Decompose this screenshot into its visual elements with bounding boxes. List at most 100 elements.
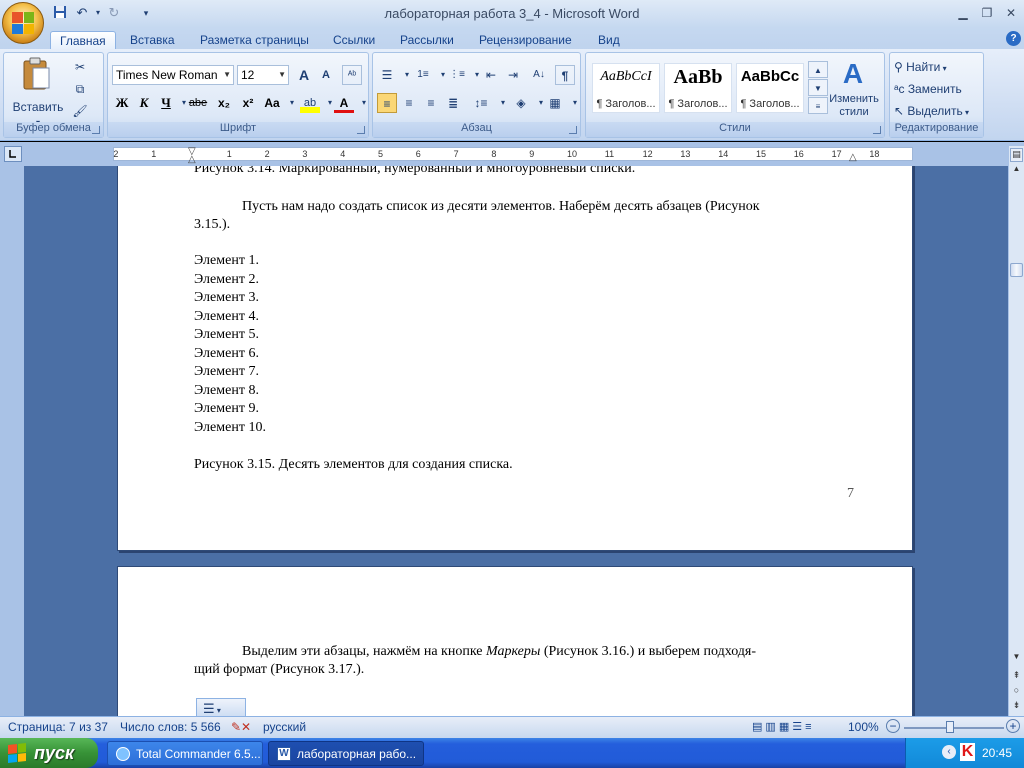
font-color-button[interactable]: A [334, 93, 354, 113]
borders-icon[interactable]: ▦ [545, 93, 565, 113]
styles-launcher-icon[interactable] [873, 126, 881, 134]
tab-mailings[interactable]: Рассылки [391, 31, 463, 51]
start-button[interactable]: пуск [0, 738, 98, 768]
select-browse-object-icon[interactable]: ○ [1010, 685, 1023, 699]
shrink-font-button[interactable]: A [316, 65, 336, 85]
print-layout-icon[interactable]: ▤ [752, 721, 765, 733]
tab-home[interactable]: Главная [50, 31, 116, 51]
find-button[interactable]: ⚲ Найти ▾ [894, 57, 982, 77]
tab-references[interactable]: Ссылки [324, 31, 384, 51]
subscript-button[interactable]: x₂ [214, 93, 234, 113]
style-heading-3[interactable]: AaBbCc ¶ Заголов... [736, 63, 804, 113]
ruler-tick-label: 1 [226, 149, 232, 159]
zoom-slider[interactable] [904, 727, 1004, 729]
tab-view[interactable]: Вид [589, 31, 629, 51]
right-indent-marker[interactable]: △ [849, 152, 857, 163]
font-family-select[interactable]: Times New Roman ▼ [112, 65, 234, 85]
line-spacing-icon[interactable]: ↕≡ [471, 93, 491, 113]
help-icon[interactable]: ? [1006, 31, 1021, 46]
scroll-up-icon[interactable]: ▲ [1010, 164, 1023, 178]
change-styles-button[interactable]: Изменить стили [824, 93, 884, 123]
word-count[interactable]: Число слов: 5 566 [120, 720, 221, 734]
justify-icon[interactable]: ≣ [443, 93, 463, 113]
draft-icon[interactable]: ≡ [805, 721, 814, 733]
ruler-tick-label: 15 [756, 149, 767, 159]
align-right-icon[interactable]: ≡ [421, 93, 441, 113]
cut-icon[interactable]: ✂ [70, 57, 90, 77]
change-styles-icon[interactable]: A [838, 59, 868, 89]
change-case-button[interactable]: Aa [262, 93, 282, 113]
increase-indent-icon[interactable]: ⇥ [503, 65, 523, 85]
scroll-thumb[interactable] [1010, 263, 1023, 277]
borders-dropdown-icon[interactable]: ▾ [565, 93, 585, 113]
zoom-slider-thumb[interactable] [946, 721, 954, 733]
align-center-icon[interactable]: ≡ [399, 93, 419, 113]
full-screen-reading-icon[interactable]: ▥ [765, 721, 778, 733]
multilevel-list-icon[interactable]: ⋮≡ [447, 65, 467, 85]
strikethrough-button[interactable]: abe [188, 93, 208, 113]
italic-button[interactable]: К [134, 93, 154, 113]
superscript-button[interactable]: x² [238, 93, 258, 113]
paragraph-launcher-icon[interactable] [569, 126, 577, 134]
style-heading-2[interactable]: AaBb ¶ Заголов... [664, 63, 732, 113]
ruler-tick-label: 13 [680, 149, 691, 159]
font-color-dropdown-icon[interactable]: ▾ [354, 93, 374, 113]
change-case-dropdown-icon[interactable]: ▾ [282, 93, 302, 113]
kaspersky-icon[interactable]: K [960, 743, 975, 761]
line-spacing-dropdown-icon[interactable]: ▾ [493, 93, 513, 113]
clipboard-launcher-icon[interactable] [92, 126, 100, 134]
zoom-level[interactable]: 100% [848, 720, 879, 734]
tab-review[interactable]: Рецензирование [470, 31, 581, 51]
vertical-ruler[interactable] [0, 166, 24, 716]
taskbar-item-total-commander[interactable]: Total Commander 6.5... [107, 741, 263, 766]
highlight-icon[interactable]: ab [300, 93, 320, 113]
restore-button[interactable]: ❐ [974, 4, 1000, 22]
shading-icon[interactable]: ◈ [511, 93, 531, 113]
select-button[interactable]: ↖ Выделить ▾ [894, 101, 982, 121]
zoom-in-icon[interactable]: + [1006, 719, 1020, 733]
office-button[interactable] [2, 2, 44, 44]
element-list: Элемент 1. Элемент 2. Элемент 3. Элемент… [194, 252, 266, 437]
page-7[interactable]: Рисунок 3.14. Маркированный, нумерованны… [117, 166, 913, 551]
previous-page-icon[interactable]: ⇞ [1010, 670, 1023, 684]
numbering-icon[interactable]: 1≡ [413, 65, 433, 85]
tab-insert[interactable]: Вставка [121, 31, 184, 51]
language-indicator[interactable]: русский [263, 720, 306, 734]
outline-icon[interactable]: ☰ [792, 721, 805, 733]
scroll-down-icon[interactable]: ▼ [1010, 652, 1023, 666]
web-layout-icon[interactable]: ▦ [779, 721, 792, 733]
left-indent-marker[interactable]: △ [188, 154, 196, 165]
tab-selector[interactable] [4, 146, 22, 162]
clear-formatting-icon[interactable]: ᴬᵇ [342, 65, 362, 85]
tab-page-layout[interactable]: Разметка страницы [191, 31, 318, 51]
replace-button[interactable]: ᵃc Заменить [894, 79, 982, 99]
vertical-scrollbar[interactable]: ▤ ▲ ▼ ⇞ ○ ⇟ [1008, 146, 1024, 716]
style-heading-1[interactable]: AaBbCcI ¶ Заголов... [592, 63, 660, 113]
ruler-toggle-icon[interactable]: ▤ [1010, 148, 1023, 162]
font-launcher-icon[interactable] [357, 126, 365, 134]
tray-expand-icon[interactable]: ‹ [942, 745, 956, 759]
bullets-icon[interactable]: ☰ [377, 65, 397, 85]
page-8[interactable]: Выделим эти абзацы, нажмём на кнопке Мар… [117, 566, 913, 716]
proofing-icon[interactable]: ✎✕ [231, 720, 251, 734]
styles-scroll-up-icon[interactable]: ▲ [808, 61, 828, 78]
list-item: Элемент 7. [194, 364, 259, 379]
format-painter-icon[interactable]: 🖌 [70, 101, 90, 121]
bold-button[interactable]: Ж [112, 93, 132, 113]
decrease-indent-icon[interactable]: ⇤ [481, 65, 501, 85]
show-formatting-button[interactable]: ¶ [555, 65, 575, 85]
zoom-out-icon[interactable]: − [886, 719, 900, 733]
sort-icon[interactable]: A↓ [529, 65, 549, 85]
page-count[interactable]: Страница: 7 из 37 [8, 720, 108, 734]
taskbar-item-word[interactable]: W лабораторная рабо... [268, 741, 424, 766]
grow-font-button[interactable]: A [294, 65, 314, 85]
underline-button[interactable]: Ч [156, 93, 176, 113]
close-button[interactable]: ✕ [998, 4, 1024, 22]
font-size-select[interactable]: 12 ▼ [237, 65, 289, 85]
horizontal-ruler[interactable]: 2 1 1 2 3 4 5 6 7 8 9 10 11 12 13 14 15 16 17 18 ▽ △ △ [113, 146, 913, 165]
copy-icon[interactable]: ⧉ [70, 79, 90, 99]
minimize-button[interactable]: ▁ [950, 4, 976, 22]
align-left-icon[interactable]: ≡ [377, 93, 397, 113]
next-page-icon[interactable]: ⇟ [1010, 700, 1023, 714]
paste-icon[interactable] [12, 57, 60, 101]
